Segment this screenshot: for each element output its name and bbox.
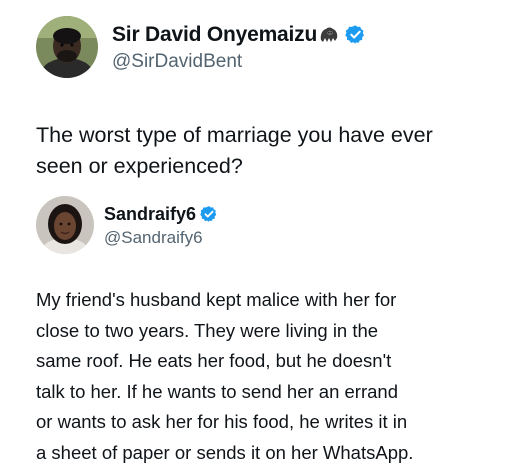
reply-avatar-image [36, 196, 94, 254]
tweet-text: The worst type of marriage you have ever… [36, 120, 506, 182]
reply-name-row: Sandraify6 [104, 202, 218, 226]
reply-text-line: a sheet of paper or sends it on her What… [36, 441, 414, 463]
reply-text-line: close to two years. They were living in … [36, 319, 379, 341]
reply-text: My friend's husband kept malice with her… [36, 285, 516, 468]
reply-text-line: My friend's husband kept malice with her… [36, 289, 397, 310]
reply-text-line: or wants to ask her for his food, he wri… [36, 411, 408, 432]
handle[interactable]: @SirDavidBent [112, 51, 366, 73]
avatar[interactable] [36, 16, 98, 78]
verified-badge-icon [345, 24, 366, 45]
reply-handle[interactable]: @Sandraify6 [104, 228, 218, 248]
reply-display-name[interactable]: Sandraify6 [104, 204, 196, 225]
display-name[interactable]: Sir David Onyemaizu [112, 23, 317, 47]
gorilla-emoji-icon [318, 24, 340, 46]
tweet-text-line: The worst type of marriage you have ever [36, 123, 433, 147]
tweet-author-meta: Sir David Onyemaizu @SirDavidBent [112, 22, 366, 73]
tweet-text-line: seen or experienced? [36, 154, 243, 178]
verified-badge-icon [200, 205, 218, 223]
reply-text-line: talk to her. If he wants to send her an … [36, 380, 398, 402]
reply-author-meta: Sandraify6 @Sandraify6 [104, 202, 218, 248]
reply-avatar[interactable] [36, 196, 94, 254]
reply-author-header: Sandraify6 @Sandraify6 [36, 196, 218, 254]
name-row: Sir David Onyemaizu [112, 22, 366, 48]
reply-text-line: same roof. He eats her food, but he does… [36, 350, 392, 371]
tweet-author-header: Sir David Onyemaizu @SirDavidBent [36, 16, 366, 78]
avatar-image [36, 16, 98, 78]
